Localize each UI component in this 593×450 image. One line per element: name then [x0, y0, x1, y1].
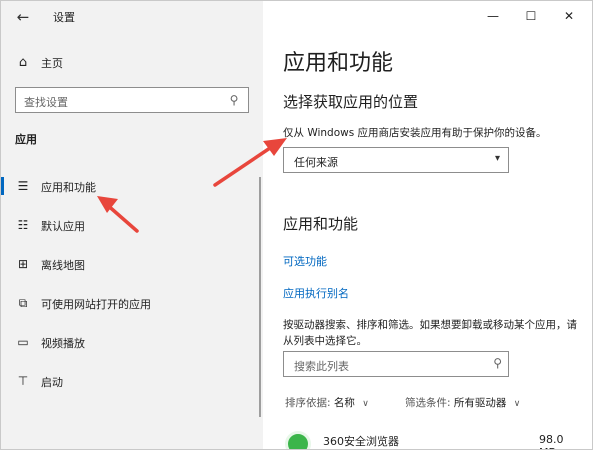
sidebar-item-apps-features[interactable]: ☰ 应用和功能 [1, 171, 263, 201]
search-placeholder: 搜索此列表 [294, 360, 349, 373]
app-execution-alias-link[interactable]: 应用执行别名 [283, 285, 349, 301]
filter-dropdown[interactable]: 筛选条件: 所有驱动器 ∨ [405, 395, 520, 410]
main-content: — ☐ ✕ 应用和功能 选择获取应用的位置 仅从 Windows 应用商店安装应… [263, 1, 592, 449]
close-icon[interactable]: ✕ [558, 7, 580, 25]
website-apps-icon: ⧉ [18, 296, 28, 310]
settings-window: ← 设置 ⌂ 主页 查找设置 ⚲ 应用 ☰ 应用和功能 ☷ 默认应用 ⊞ 离线地… [0, 0, 593, 450]
map-icon: ⊞ [17, 257, 29, 271]
choose-location-description: 仅从 Windows 应用商店安装应用有助于保护你的设备。 [283, 127, 547, 139]
sidebar-item-startup[interactable]: ⊤ 启动 [1, 366, 263, 396]
search-icon[interactable]: ⚲ [226, 92, 242, 108]
chevron-down-icon: ▾ [494, 153, 500, 164]
app-size: 98.0 MB [539, 433, 564, 449]
sidebar-item-label: 默认应用 [41, 220, 85, 233]
sort-label: 排序依据: [285, 397, 331, 409]
sidebar: ← 设置 ⌂ 主页 查找设置 ⚲ 应用 ☰ 应用和功能 ☷ 默认应用 ⊞ 离线地… [1, 1, 263, 449]
settings-search-input[interactable]: 查找设置 ⚲ [15, 87, 249, 113]
app-name: 360安全浏览器 [323, 435, 399, 448]
home-icon: ⌂ [18, 55, 28, 70]
search-icon[interactable]: ⚲ [493, 356, 502, 370]
chevron-down-icon: ∨ [513, 399, 521, 409]
maximize-icon[interactable]: ☐ [520, 7, 542, 25]
dropdown-value: 任何来源 [294, 156, 338, 169]
video-icon: ▭ [17, 335, 29, 349]
default-apps-icon: ☷ [17, 218, 29, 232]
sort-dropdown[interactable]: 排序依据: 名称 ∨ [285, 395, 369, 410]
optional-features-link[interactable]: 可选功能 [283, 253, 327, 269]
list-item[interactable]: 360安全浏览器 98.0 MB [283, 425, 583, 449]
apps-help-text: 按驱动器搜索、排序和筛选。如果想要卸载或移动某个应用，请从列表中选择它。 [283, 319, 577, 347]
sidebar-item-label: 离线地图 [41, 259, 85, 272]
sidebar-item-home[interactable]: ⌂ 主页 [1, 49, 263, 77]
page-title: 应用和功能 [283, 51, 394, 76]
sidebar-item-label: 可使用网站打开的应用 [41, 298, 151, 311]
title-bar: ← 设置 [1, 1, 263, 33]
sidebar-item-label: 启动 [41, 376, 63, 389]
apps-list-icon: ☰ [17, 179, 29, 193]
window-controls: — ☐ ✕ [478, 1, 588, 31]
chevron-down-icon: ∨ [362, 399, 369, 409]
sidebar-item-apps-for-websites[interactable]: ⧉ 可使用网站打开的应用 [1, 288, 263, 318]
window-title: 设置 [53, 11, 75, 24]
sidebar-item-label: 应用和功能 [41, 181, 96, 194]
browser-app-icon [285, 431, 311, 449]
sidebar-scrollbar[interactable] [259, 177, 261, 417]
sidebar-item-video-playback[interactable]: ▭ 视频播放 [1, 327, 263, 357]
sidebar-section-label: 应用 [15, 133, 37, 146]
sidebar-item-default-apps[interactable]: ☷ 默认应用 [1, 210, 263, 240]
sort-value: 名称 [333, 397, 355, 409]
app-source-dropdown[interactable]: 任何来源 ▾ [283, 147, 509, 173]
sidebar-item-offline-maps[interactable]: ⊞ 离线地图 [1, 249, 263, 279]
filter-label: 筛选条件: [405, 397, 451, 409]
minimize-icon[interactable]: — [482, 7, 504, 25]
search-placeholder: 查找设置 [24, 96, 68, 109]
filter-value: 所有驱动器 [453, 397, 507, 409]
apps-features-heading: 应用和功能 [283, 215, 359, 233]
app-list-search-input[interactable]: 搜索此列表 ⚲ [283, 351, 509, 377]
selection-marker [1, 177, 4, 195]
choose-location-heading: 选择获取应用的位置 [283, 93, 419, 111]
sidebar-item-label: 主页 [41, 57, 63, 70]
back-arrow-icon[interactable]: ← [13, 7, 33, 27]
startup-icon: ⊤ [17, 374, 29, 388]
sidebar-item-label: 视频播放 [41, 337, 85, 350]
